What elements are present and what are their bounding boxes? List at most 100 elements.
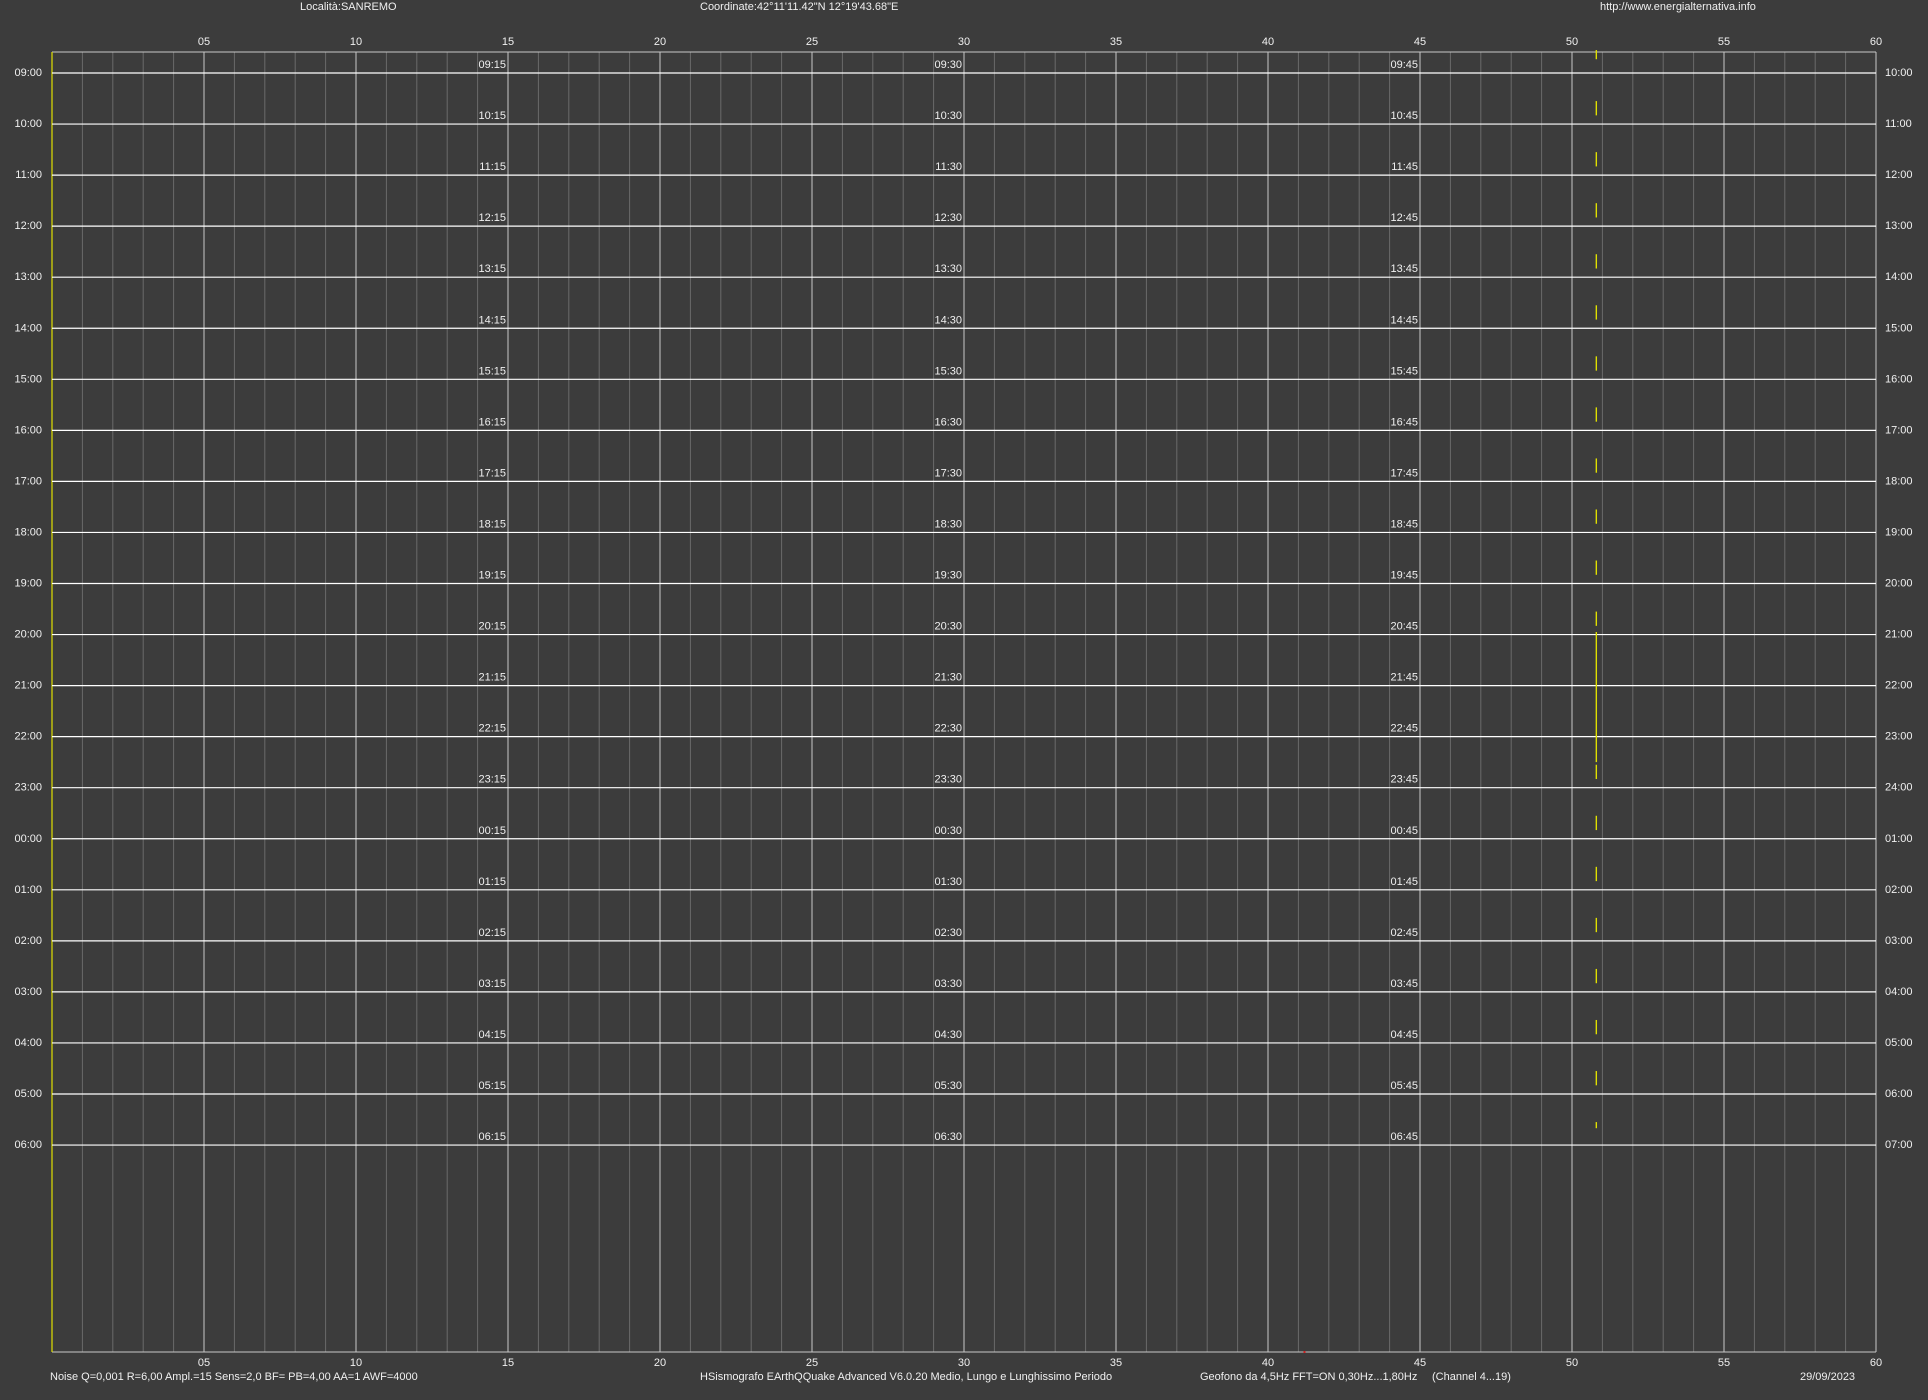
row-label-left: 18:00 bbox=[14, 526, 42, 538]
row-label-right: 19:00 bbox=[1885, 526, 1913, 538]
quarter-label: 15:45 bbox=[1390, 365, 1418, 377]
quarter-label: 10:45 bbox=[1390, 110, 1418, 122]
x-tick-label-top: 25 bbox=[806, 36, 818, 48]
row-label-left: 05:00 bbox=[14, 1088, 42, 1100]
row-label-left: 17:00 bbox=[14, 475, 42, 487]
x-tick-label-top: 05 bbox=[198, 36, 210, 48]
quarter-label: 11:15 bbox=[479, 161, 506, 173]
quarter-label: 17:15 bbox=[478, 467, 506, 479]
quarter-label: 04:45 bbox=[1390, 1029, 1418, 1041]
quarter-label: 00:15 bbox=[478, 825, 506, 837]
x-tick-label-bottom: 55 bbox=[1718, 1357, 1730, 1369]
quarter-label: 22:30 bbox=[934, 723, 962, 735]
quarter-label: 20:15 bbox=[478, 621, 506, 633]
x-tick-label-bottom: 60 bbox=[1870, 1357, 1882, 1369]
quarter-label: 12:45 bbox=[1390, 212, 1418, 224]
row-label-right: 14:00 bbox=[1885, 271, 1913, 283]
x-tick-label-top: 50 bbox=[1566, 36, 1578, 48]
seismogram-chart: 05 05 10 10 15 15 20 20 25 25 30 30 35 35 40 40 45 45 50 50… bbox=[14, 36, 1913, 1369]
quarter-label: 00:30 bbox=[934, 825, 962, 837]
x-tick-label-top: 30 bbox=[958, 36, 970, 48]
x-tick-label-bottom: 25 bbox=[806, 1357, 818, 1369]
seismograph-window: Località:SANREMO Coordinate:42°11'11.42"… bbox=[0, 0, 1928, 1400]
quarter-label: 21:15 bbox=[478, 672, 506, 684]
row-label-left: 23:00 bbox=[14, 782, 42, 794]
quarter-label: 13:45 bbox=[1390, 263, 1418, 275]
row-label-left: 01:00 bbox=[14, 884, 42, 896]
date-label: 29/09/2023 bbox=[1800, 1371, 1856, 1383]
quarter-label: 22:45 bbox=[1390, 723, 1418, 735]
x-tick-label-bottom: 50 bbox=[1566, 1357, 1578, 1369]
quarter-label: 04:30 bbox=[934, 1029, 962, 1041]
quarter-label: 06:30 bbox=[934, 1131, 962, 1143]
quarter-label: 09:45 bbox=[1390, 59, 1418, 71]
quarter-label: 13:15 bbox=[478, 263, 506, 275]
row-label-right: 22:00 bbox=[1885, 680, 1913, 692]
row-label-left: 16:00 bbox=[14, 424, 42, 436]
quarter-label: 03:15 bbox=[478, 978, 506, 990]
quarter-label: 23:15 bbox=[478, 774, 506, 786]
row-label-right: 03:00 bbox=[1885, 935, 1913, 947]
channel-label: (Channel 4...19) bbox=[1432, 1371, 1511, 1383]
quarter-label: 17:45 bbox=[1390, 467, 1418, 479]
parameters-label: Noise Q=0,001 R=6,00 Ampl.=15 Sens=2,0 B… bbox=[50, 1371, 418, 1383]
quarter-label: 09:30 bbox=[934, 59, 962, 71]
quarter-label: 01:45 bbox=[1390, 876, 1418, 888]
quarter-label: 01:30 bbox=[934, 876, 962, 888]
row-label-right: 02:00 bbox=[1885, 884, 1913, 896]
quarter-label: 16:30 bbox=[934, 416, 962, 428]
quarter-label: 05:30 bbox=[934, 1080, 962, 1092]
x-tick-label-top: 35 bbox=[1110, 36, 1122, 48]
row-label-left: 20:00 bbox=[14, 629, 42, 641]
row-label-left: 19:00 bbox=[14, 578, 42, 590]
x-tick-label-top: 40 bbox=[1262, 36, 1274, 48]
quarter-label: 23:45 bbox=[1390, 774, 1418, 786]
row-label-left: 13:00 bbox=[14, 271, 42, 283]
quarter-label: 02:15 bbox=[478, 927, 506, 939]
x-tick-label-bottom: 40 bbox=[1262, 1357, 1274, 1369]
quarter-label: 12:30 bbox=[934, 212, 962, 224]
quarter-label: 22:15 bbox=[478, 723, 506, 735]
x-tick-label-bottom: 10 bbox=[350, 1357, 362, 1369]
quarter-label: 11:45 bbox=[1391, 161, 1418, 173]
row-label-right: 05:00 bbox=[1885, 1037, 1913, 1049]
row-label-right: 01:00 bbox=[1885, 833, 1913, 845]
x-tick-label-top: 15 bbox=[502, 36, 514, 48]
quarter-label: 14:15 bbox=[478, 314, 506, 326]
x-tick-label-top: 20 bbox=[654, 36, 666, 48]
quarter-label: 05:15 bbox=[478, 1080, 506, 1092]
row-label-right: 11:00 bbox=[1885, 118, 1912, 130]
quarter-label: 16:45 bbox=[1390, 416, 1418, 428]
row-label-left: 14:00 bbox=[14, 322, 42, 334]
x-tick-label-top: 60 bbox=[1870, 36, 1882, 48]
quarter-label: 18:45 bbox=[1390, 518, 1418, 530]
row-label-right: 04:00 bbox=[1885, 986, 1913, 998]
quarter-label: 10:15 bbox=[478, 110, 506, 122]
row-label-left: 11:00 bbox=[15, 169, 42, 181]
quarter-label: 15:15 bbox=[478, 365, 506, 377]
quarter-label: 05:45 bbox=[1390, 1080, 1418, 1092]
quarter-label: 01:15 bbox=[478, 876, 506, 888]
quarter-label: 21:45 bbox=[1390, 672, 1418, 684]
row-label-right: 24:00 bbox=[1885, 782, 1913, 794]
x-tick-label-top: 10 bbox=[350, 36, 362, 48]
row-label-right: 21:00 bbox=[1885, 629, 1913, 641]
quarter-label: 06:45 bbox=[1390, 1131, 1418, 1143]
x-tick-label-bottom: 15 bbox=[502, 1357, 514, 1369]
row-label-right: 17:00 bbox=[1885, 424, 1913, 436]
x-tick-label-bottom: 30 bbox=[958, 1357, 970, 1369]
row-label-right: 10:00 bbox=[1885, 67, 1913, 79]
x-tick-label-top: 45 bbox=[1414, 36, 1426, 48]
quarter-label: 10:30 bbox=[934, 110, 962, 122]
x-tick-label-top: 55 bbox=[1718, 36, 1730, 48]
row-label-right: 20:00 bbox=[1885, 578, 1913, 590]
row-label-left: 12:00 bbox=[14, 220, 42, 232]
row-label-right: 07:00 bbox=[1885, 1139, 1913, 1151]
quarter-label: 02:30 bbox=[934, 927, 962, 939]
quarter-label: 11:30 bbox=[935, 161, 962, 173]
quarter-label: 09:15 bbox=[478, 59, 506, 71]
quarter-label: 19:15 bbox=[478, 570, 506, 582]
quarter-label: 02:45 bbox=[1390, 927, 1418, 939]
row-label-left: 09:00 bbox=[14, 67, 42, 79]
quarter-label: 18:30 bbox=[934, 518, 962, 530]
